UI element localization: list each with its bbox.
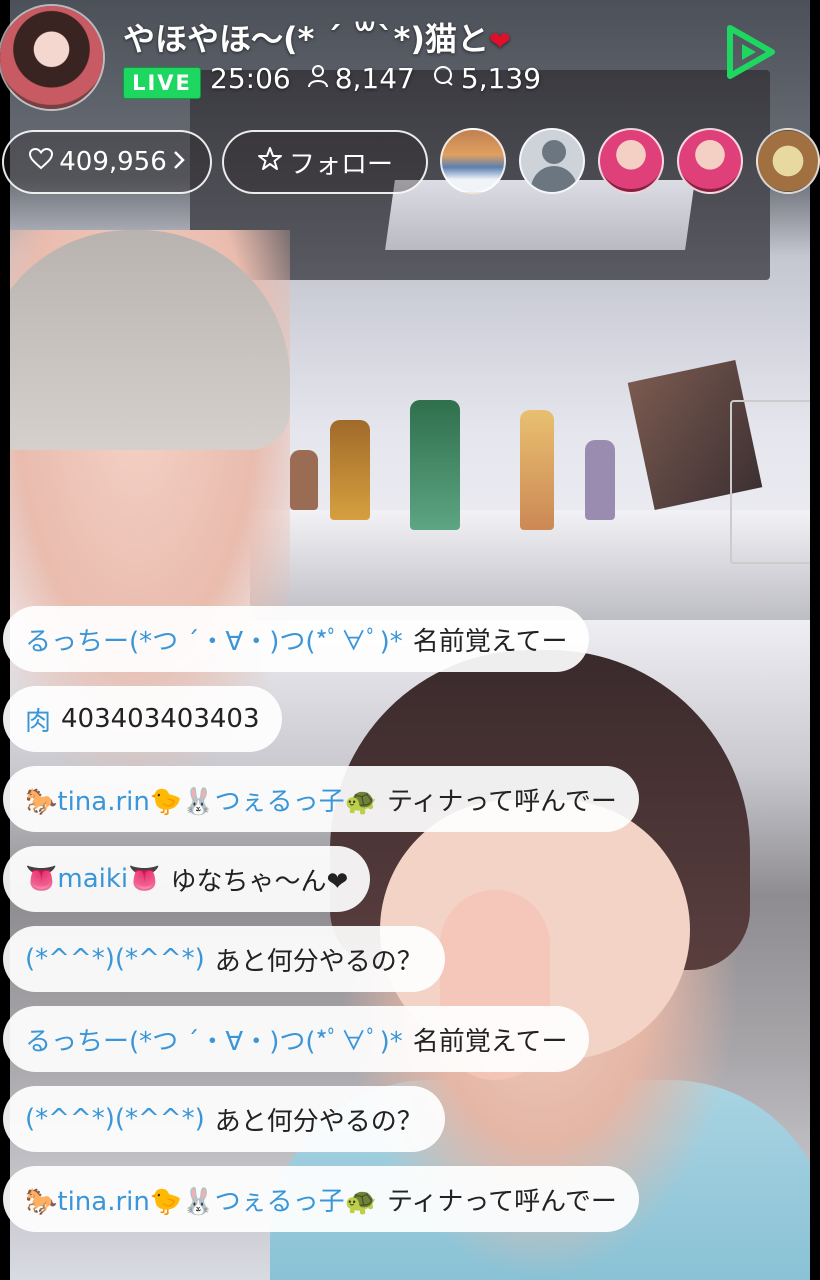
comment-message: ゆなちゃ〜ん❤	[170, 866, 349, 897]
broadcast-title: やほやほ〜(* ´ ꒳`*)猫と❤	[123, 14, 511, 60]
comment-message: あと何分やるの？	[214, 1106, 423, 1137]
comment-message: 403403403403	[61, 704, 260, 734]
comment-item: るっちー(*つ ´・∀・)つ(*ﾟ∀ﾟ)* 名前覚えてー	[3, 606, 590, 672]
viewer-avatar-default[interactable]	[519, 128, 585, 194]
comment-user[interactable]: 🐎tina.rin🐤🐰つぇるっ子🐢	[25, 781, 377, 818]
comment-user[interactable]: るっちー(*つ ´・∀・)つ(*ﾟ∀ﾟ)*	[25, 621, 403, 658]
viewer-count: 8,147	[334, 62, 415, 95]
follow-label: フォロー	[288, 149, 393, 180]
viewer-avatar[interactable]	[677, 128, 743, 194]
comment-item: (*^^*)(*^^*) あと何分やるの？	[3, 1086, 445, 1152]
viewer-avatar[interactable]	[598, 128, 664, 194]
heart-icon: ❤	[489, 27, 511, 57]
default-avatar-icon	[542, 140, 566, 164]
comment-message: ティナって呼んでー	[386, 786, 617, 817]
comment-user[interactable]: (*^^*)(*^^*)	[25, 944, 205, 974]
comment-item: 🐎tina.rin🐤🐰つぇるっ子🐢 ティナって呼んでー	[3, 1166, 639, 1232]
comment-item: 👅maiki👅 ゆなちゃ〜ん❤	[3, 846, 371, 912]
broadcaster-avatar[interactable]	[0, 6, 103, 109]
comment-user[interactable]: (*^^*)(*^^*)	[25, 1104, 205, 1134]
follow-button[interactable]: フォロー	[222, 130, 428, 194]
comment-message: あと何分やるの？	[214, 946, 423, 977]
chevron-right-icon	[173, 147, 185, 177]
comment-user[interactable]: 🐎tina.rin🐤🐰つぇるっ子🐢	[25, 1181, 377, 1218]
like-count: 409,956	[59, 147, 167, 177]
viewer-avatar[interactable]	[756, 128, 820, 194]
comment-item: 肉 403403403403	[3, 686, 282, 752]
comment-message: 名前覚えてー	[412, 626, 568, 657]
play-icon[interactable]	[720, 22, 780, 82]
bottle	[330, 420, 370, 520]
viewer-avatar[interactable]	[440, 128, 506, 194]
heart-icon	[29, 147, 54, 176]
broadcast-stats: 25:06 8,147 5,139	[210, 62, 541, 95]
bottle	[410, 400, 460, 530]
bottle	[585, 440, 615, 520]
broadcast-title-text: やほやほ〜(* ´ ꒳`*)猫と	[123, 20, 490, 58]
bottle	[290, 450, 318, 510]
bottle	[520, 410, 554, 530]
comment-message: ティナって呼んでー	[386, 1186, 617, 1217]
dish-rack	[730, 400, 810, 564]
star-icon	[257, 146, 283, 178]
comment-item: (*^^*)(*^^*) あと何分やるの？	[3, 926, 445, 992]
comment-user[interactable]: るっちー(*つ ´・∀・)つ(*ﾟ∀ﾟ)*	[25, 1021, 403, 1058]
speech-bubble-icon	[431, 64, 455, 94]
comment-message: 名前覚えてー	[412, 1026, 568, 1057]
comment-item: 🐎tina.rin🐤🐰つぇるっ子🐢 ティナって呼んでー	[3, 766, 639, 832]
like-count-button[interactable]: 409,956	[2, 130, 212, 194]
default-avatar-body	[531, 166, 577, 192]
comment-count: 5,139	[460, 62, 542, 95]
live-badge: LIVE	[123, 67, 201, 99]
duration: 25:06	[210, 62, 291, 95]
person-icon	[307, 64, 329, 94]
comment-user[interactable]: 肉	[25, 701, 51, 738]
comment-item: るっちー(*つ ´・∀・)つ(*ﾟ∀ﾟ)* 名前覚えてー	[3, 1006, 590, 1072]
comment-user[interactable]: 👅maiki👅	[25, 864, 161, 894]
